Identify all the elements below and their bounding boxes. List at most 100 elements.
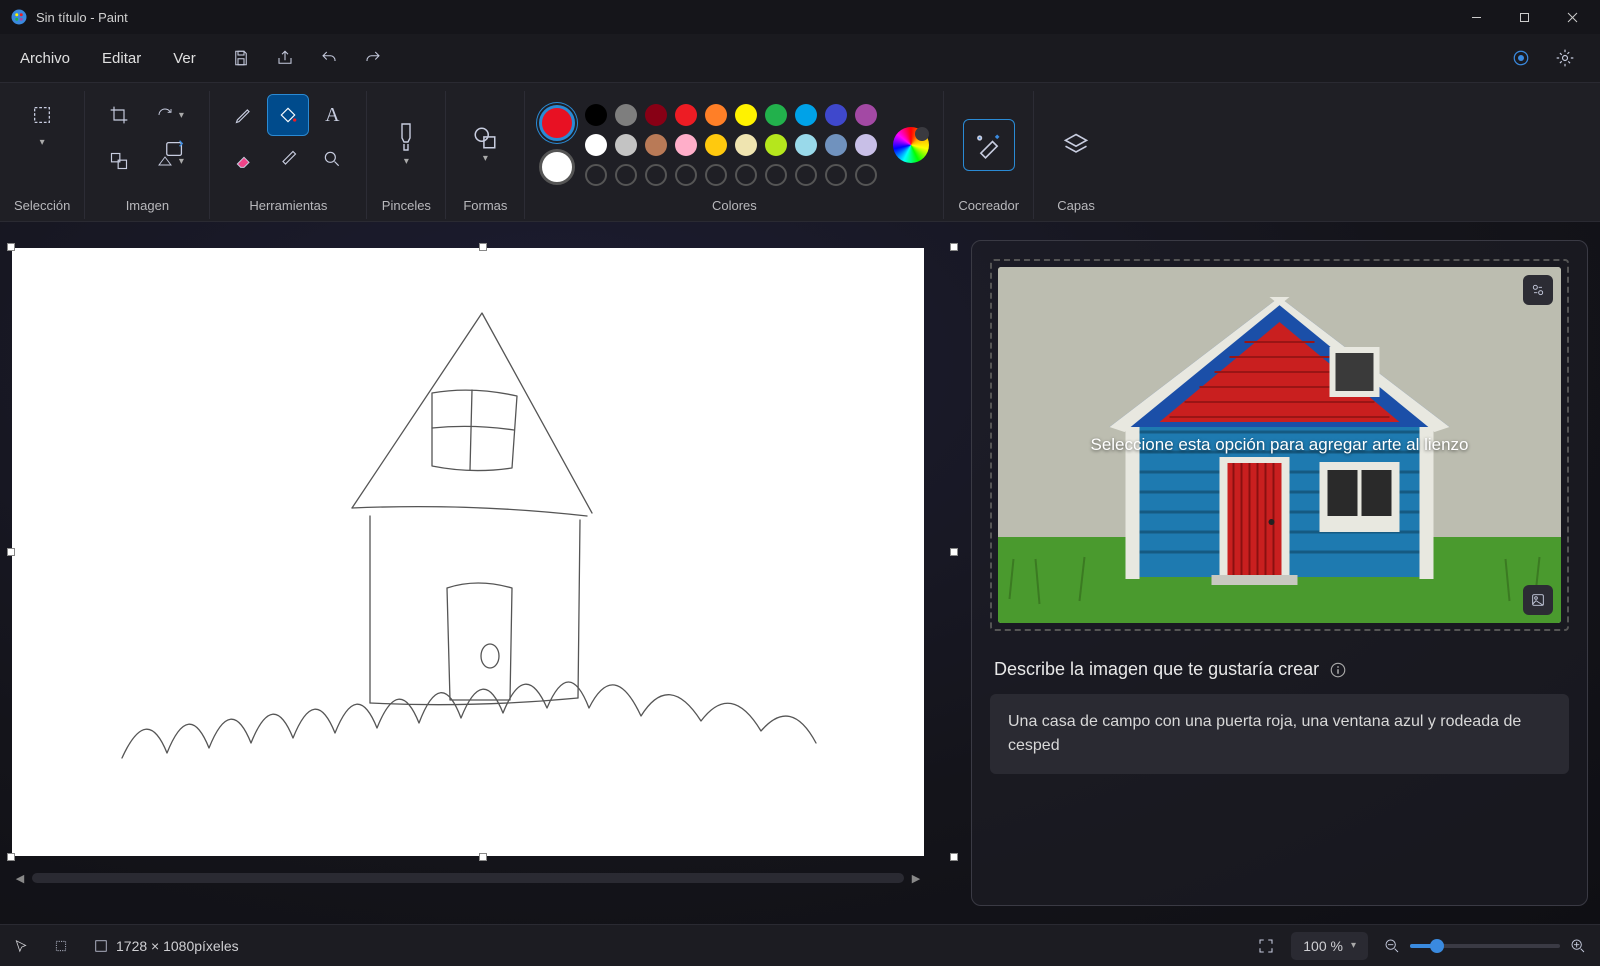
color-swatch[interactable] — [735, 164, 757, 186]
color-swatch[interactable] — [645, 164, 667, 186]
group-label-cocreator: Cocreador — [958, 194, 1019, 213]
menu-bar: Archivo Editar Ver — [0, 34, 1600, 82]
color-swatch[interactable] — [765, 134, 787, 156]
resize-handle[interactable] — [950, 243, 958, 251]
color-swatch[interactable] — [585, 104, 607, 126]
undo-button[interactable] — [310, 40, 348, 76]
color-secondary[interactable] — [539, 149, 575, 185]
color-swatch[interactable] — [765, 164, 787, 186]
minimize-button[interactable] — [1452, 0, 1500, 34]
group-label-selection: Selección — [14, 194, 70, 213]
menu-view[interactable]: Ver — [159, 42, 210, 75]
fit-screen-button[interactable] — [1257, 937, 1275, 955]
text-tool[interactable]: A — [312, 95, 352, 135]
color-swatch[interactable] — [855, 164, 877, 186]
color-swatch[interactable] — [645, 104, 667, 126]
scroll-left-icon[interactable]: ◀ — [12, 870, 28, 886]
color-swatch[interactable] — [705, 104, 727, 126]
chevron-down-icon[interactable]: ▾ — [40, 137, 45, 148]
color-swatch[interactable] — [705, 164, 727, 186]
color-swatch[interactable] — [735, 134, 757, 156]
group-label-brushes: Pinceles — [382, 194, 431, 213]
ribbon-group-selection: ▾ Selección — [0, 91, 85, 219]
redo-button[interactable] — [354, 40, 392, 76]
color-swatch[interactable] — [855, 134, 877, 156]
settings-button[interactable] — [1546, 40, 1584, 76]
color-swatch[interactable] — [645, 134, 667, 156]
ribbon: ▾ Selección ▾ ▾ Imagen A — [0, 82, 1600, 222]
brush-tool[interactable]: ▾ — [381, 115, 431, 175]
color-swatch[interactable] — [585, 134, 607, 156]
prompt-label: Describe la imagen que te gustaría crear — [994, 659, 1565, 680]
maximize-button[interactable] — [1500, 0, 1548, 34]
color-swatch[interactable] — [735, 104, 757, 126]
app-icon — [10, 8, 28, 26]
zoom-slider-thumb[interactable] — [1430, 939, 1444, 953]
horizontal-scrollbar[interactable]: ◀ ▶ — [12, 870, 924, 886]
color-swatch[interactable] — [795, 164, 817, 186]
close-button[interactable] — [1548, 0, 1596, 34]
workspace: ◀ ▶ — [0, 222, 1600, 924]
window-controls — [1452, 0, 1596, 34]
color-swatch[interactable] — [795, 104, 817, 126]
pencil-tool[interactable] — [224, 95, 264, 135]
canvas-area: ◀ ▶ — [0, 222, 971, 924]
scroll-track[interactable] — [32, 873, 904, 883]
menu-file[interactable]: Archivo — [6, 42, 84, 75]
resize-handle[interactable] — [7, 853, 15, 861]
eraser-tool[interactable] — [224, 139, 264, 179]
save-button[interactable] — [222, 40, 260, 76]
color-swatch[interactable] — [825, 134, 847, 156]
share-button[interactable] — [266, 40, 304, 76]
resize-handle[interactable] — [479, 243, 487, 251]
eyedropper-tool[interactable] — [268, 139, 308, 179]
color-swatch[interactable] — [675, 134, 697, 156]
color-swatch[interactable] — [615, 164, 637, 186]
resize-handle[interactable] — [479, 853, 487, 861]
select-tool[interactable] — [22, 95, 62, 135]
cursor-position — [14, 939, 28, 953]
scroll-right-icon[interactable]: ▶ — [908, 870, 924, 886]
color-swatch[interactable] — [675, 164, 697, 186]
zoom-select[interactable]: 100 % ▾ — [1291, 932, 1368, 960]
cocreator-button[interactable] — [963, 119, 1015, 171]
zoom-slider-track[interactable] — [1410, 944, 1560, 948]
crop-tool[interactable] — [99, 95, 139, 135]
color-swatch[interactable] — [765, 104, 787, 126]
resize-handle[interactable] — [7, 548, 15, 556]
zoom-in-button[interactable] — [1570, 938, 1586, 954]
magnifier-tool[interactable] — [312, 139, 352, 179]
color-swatch[interactable] — [825, 164, 847, 186]
menu-edit[interactable]: Editar — [88, 42, 155, 75]
resize-handle[interactable] — [7, 243, 15, 251]
help-button[interactable] — [1502, 40, 1540, 76]
info-icon[interactable] — [1329, 661, 1347, 679]
edit-colors-button[interactable] — [893, 127, 929, 163]
resize-handle[interactable] — [950, 853, 958, 861]
zoom-out-button[interactable] — [1384, 938, 1400, 954]
resize-tool[interactable] — [99, 141, 139, 181]
preview-container[interactable]: Seleccione esta opción para agregar arte… — [990, 259, 1569, 631]
color-swatch[interactable] — [615, 134, 637, 156]
color-swatch[interactable] — [825, 104, 847, 126]
color-swatch[interactable] — [795, 134, 817, 156]
resize-handle[interactable] — [950, 548, 958, 556]
preview-expand-button[interactable] — [1523, 585, 1553, 615]
preview-options-button[interactable] — [1523, 275, 1553, 305]
color-swatch[interactable] — [675, 104, 697, 126]
color-primary[interactable] — [539, 105, 575, 141]
prompt-input[interactable]: Una casa de campo con una puerta roja, u… — [990, 694, 1569, 774]
selection-size — [54, 939, 68, 953]
title-bar: Sin título - Paint — [0, 0, 1600, 34]
canvas[interactable] — [12, 248, 924, 856]
fill-tool[interactable] — [268, 95, 308, 135]
preview-image[interactable]: Seleccione esta opción para agregar arte… — [998, 267, 1561, 623]
image-generate-tool[interactable] — [155, 129, 195, 169]
color-swatch[interactable] — [585, 164, 607, 186]
color-swatch[interactable] — [855, 104, 877, 126]
chevron-down-icon: ▾ — [1351, 940, 1356, 951]
layers-button[interactable] — [1048, 117, 1104, 173]
color-swatch[interactable] — [615, 104, 637, 126]
color-swatch[interactable] — [705, 134, 727, 156]
shapes-tool[interactable]: ▾ — [460, 115, 510, 175]
